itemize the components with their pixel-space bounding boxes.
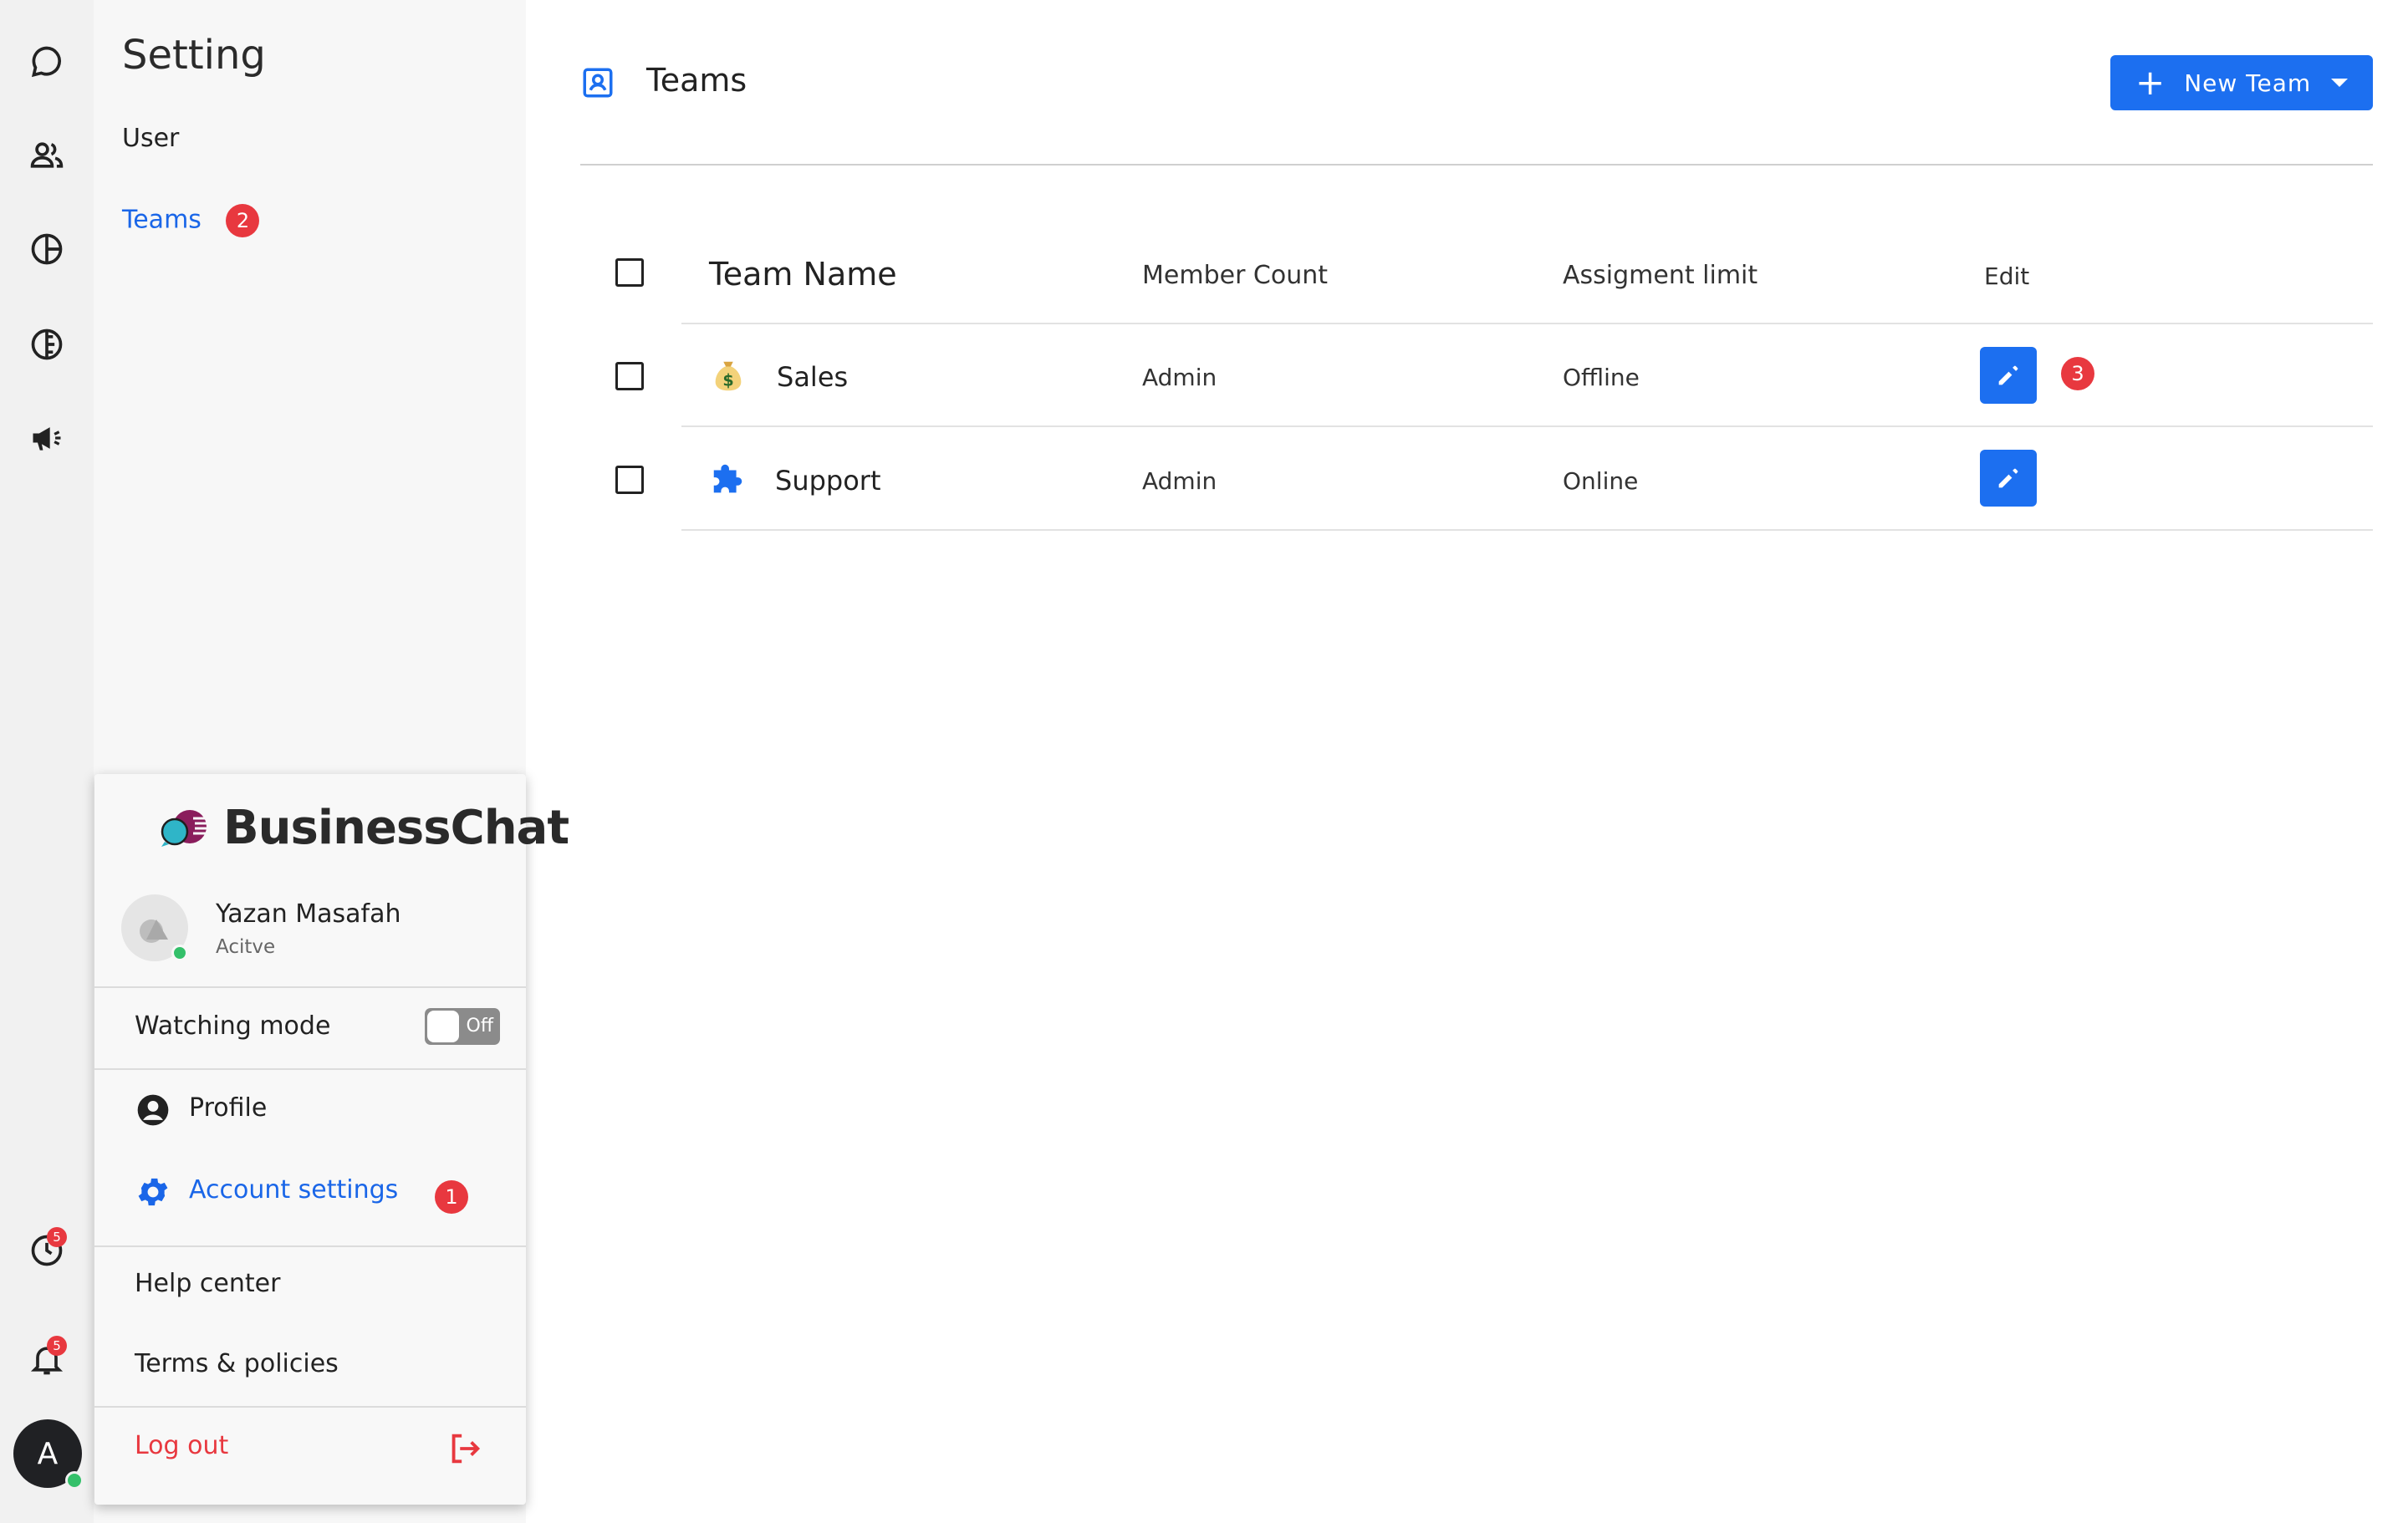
step-badge: 1	[435, 1180, 468, 1214]
step-badge: 2	[226, 204, 260, 237]
chat-bubble-icon[interactable]	[23, 38, 70, 85]
new-team-label: New Team	[2184, 69, 2312, 97]
plus-icon: +	[2135, 62, 2166, 103]
avatar-initial: A	[37, 1436, 59, 1471]
account-circle-icon	[137, 1094, 169, 1126]
member-count: Admin	[1142, 467, 1217, 495]
online-indicator	[65, 1471, 84, 1490]
online-indicator	[171, 945, 188, 961]
sidebar-item-user[interactable]: User	[122, 124, 179, 153]
toggle-label: Off	[466, 1016, 493, 1037]
pencil-icon	[1998, 365, 2018, 385]
profile-avatar	[121, 894, 188, 961]
column-assignment-limit[interactable]: Assigment limit	[1563, 261, 1758, 290]
account-menu-popup: BusinessChat Yazan Masafah Acitve Watchi…	[94, 774, 569, 1505]
settings-title: Setting	[122, 32, 266, 79]
activity-badge: 5	[47, 1227, 67, 1247]
puzzle-icon	[713, 464, 742, 493]
user-status: Acitve	[216, 936, 276, 958]
logout-menu-item[interactable]: Log out	[135, 1431, 228, 1460]
edit-button[interactable]	[1980, 450, 2037, 507]
new-team-button[interactable]: + New Team	[2110, 55, 2373, 110]
menu-divider	[94, 1406, 526, 1408]
notifications-badge: 5	[47, 1336, 67, 1356]
column-member-count[interactable]: Member Count	[1142, 261, 1328, 290]
sidebar-item-label: Teams	[122, 205, 202, 235]
logout-icon[interactable]	[446, 1429, 484, 1468]
profile-menu-item[interactable]: Profile	[189, 1093, 267, 1123]
menu-divider	[94, 1245, 526, 1247]
broadcast-icon[interactable]	[23, 415, 70, 461]
menu-divider	[94, 1068, 526, 1070]
team-name[interactable]: Sales	[777, 361, 848, 393]
icon-rail: 5 5 A	[0, 0, 94, 1523]
watching-mode-label: Watching mode	[135, 1011, 331, 1041]
column-team-name[interactable]: Team Name	[709, 256, 897, 293]
help-center-menu-item[interactable]: Help center	[135, 1269, 280, 1298]
teams-contact-icon	[583, 68, 613, 98]
terms-policies-menu-item[interactable]: Terms & policies	[135, 1349, 339, 1378]
user-avatar-button[interactable]: A	[13, 1419, 84, 1490]
caret-down-icon[interactable]	[2331, 79, 2348, 87]
user-name: Yazan Masafah	[216, 899, 401, 929]
toggle-knob	[427, 1011, 459, 1042]
watching-mode-toggle[interactable]: Off	[425, 1008, 500, 1045]
header-divider	[580, 164, 2373, 166]
row-checkbox[interactable]	[615, 362, 644, 390]
contacts-icon[interactable]	[23, 132, 70, 179]
menu-divider	[94, 986, 526, 988]
member-count: Admin	[1142, 364, 1217, 391]
assignment-limit: Online	[1563, 467, 1639, 495]
step-badge: 3	[2061, 357, 2094, 390]
account-settings-menu-item[interactable]: Account settings	[189, 1175, 398, 1205]
select-all-checkbox[interactable]	[615, 258, 644, 287]
money-bag-icon: $	[715, 361, 742, 391]
activity-icon[interactable]: 5	[23, 1227, 70, 1274]
logo-text: BusinessChat	[223, 801, 569, 855]
team-name[interactable]: Support	[775, 465, 881, 497]
table-divider	[681, 529, 2373, 531]
businesschat-logo: BusinessChat	[156, 801, 569, 855]
sidebar-item-label: User	[122, 124, 180, 153]
table-divider	[681, 323, 2373, 324]
table-divider	[681, 425, 2373, 427]
reports-icon[interactable]	[23, 226, 70, 273]
page-title: Teams	[646, 62, 747, 99]
gear-icon	[138, 1178, 168, 1206]
edit-button[interactable]	[1980, 347, 2037, 404]
sidebar-item-teams[interactable]: Teams 2	[122, 204, 260, 237]
notification-bell-icon[interactable]: 5	[23, 1336, 70, 1383]
logo-icon	[161, 809, 213, 847]
column-edit: Edit	[1984, 262, 2030, 290]
campaign-icon[interactable]	[23, 321, 70, 368]
svg-text:$: $	[722, 371, 733, 390]
pencil-icon	[1998, 468, 2018, 488]
assignment-limit: Offline	[1563, 364, 1640, 391]
row-checkbox[interactable]	[615, 466, 644, 494]
